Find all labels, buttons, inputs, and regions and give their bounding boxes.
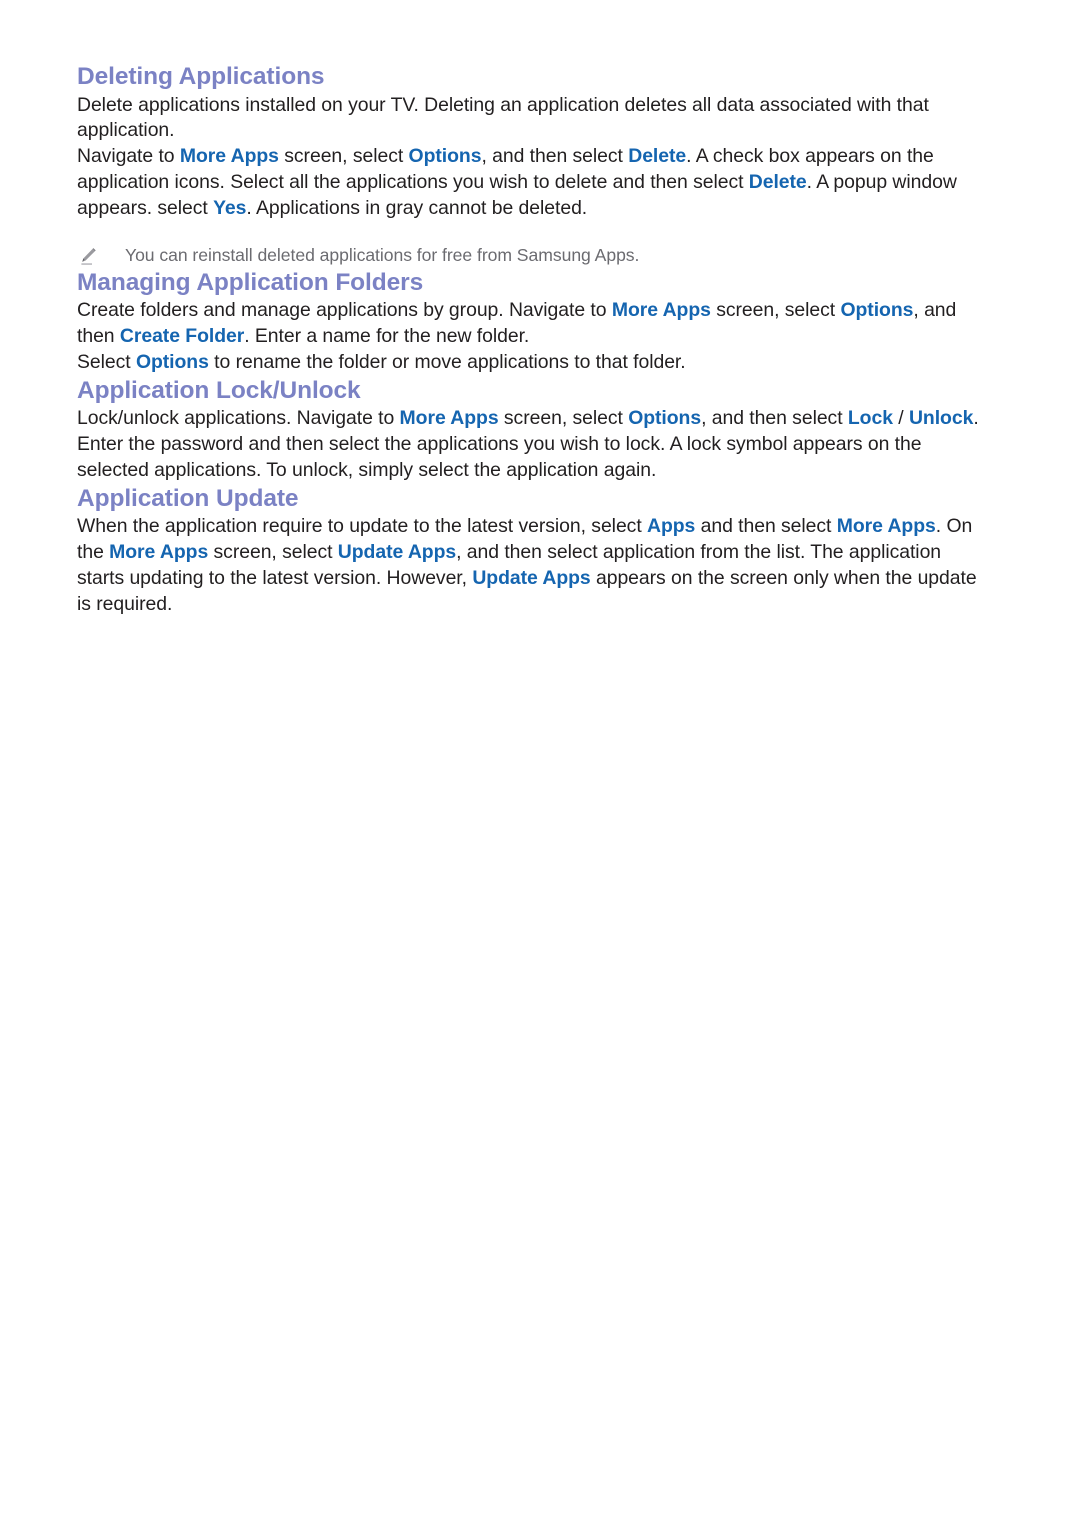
highlighted-term: More Apps xyxy=(109,541,209,564)
highlighted-term: Unlock xyxy=(908,407,974,430)
highlighted-term: Lock xyxy=(847,407,893,430)
section-heading-application-update: Application Update xyxy=(77,484,299,512)
highlighted-term: Options xyxy=(628,407,702,430)
highlighted-term: More Apps xyxy=(179,145,279,168)
note-deleting-applications: You can reinstall deleted applications f… xyxy=(77,244,990,268)
highlighted-term: Delete xyxy=(748,171,807,194)
section-heading-application-lock-unlock: Application Lock/Unlock xyxy=(77,376,361,404)
highlighted-term: More Apps xyxy=(611,299,711,322)
highlighted-term: More Apps xyxy=(836,515,936,538)
highlighted-term: Apps xyxy=(647,515,696,538)
document-page: Deleting Applications Delete application… xyxy=(0,0,1080,1527)
paragraph-delete-steps: Navigate to More Apps screen, select Opt… xyxy=(77,145,957,219)
paragraph-folders-create: Create folders and manage applications b… xyxy=(77,299,957,348)
paragraph-lock-unlock: Lock/unlock applications. Navigate to Mo… xyxy=(77,407,979,481)
highlighted-term: Options xyxy=(408,145,482,168)
note-text: You can reinstall deleted applications f… xyxy=(125,244,640,265)
section-heading-managing-application-folders: Managing Application Folders xyxy=(77,268,424,296)
highlighted-term: Delete xyxy=(628,145,687,168)
paragraph-delete-intro: Delete applications installed on your TV… xyxy=(77,93,929,142)
highlighted-term: Yes xyxy=(213,196,247,219)
paragraph-application-update: When the application require to update t… xyxy=(77,515,977,615)
highlighted-term: Update Apps xyxy=(337,541,457,564)
section-heading-deleting-applications: Deleting Applications xyxy=(77,63,325,90)
highlighted-term: Options xyxy=(840,299,914,322)
highlighted-term: More Apps xyxy=(399,407,499,430)
highlighted-term: Options xyxy=(135,350,209,373)
pencil-icon xyxy=(77,246,99,268)
paragraph-folders-rename: Select Options to rename the folder or m… xyxy=(77,350,686,373)
highlighted-term: Create Folder xyxy=(119,325,245,348)
highlighted-term: Update Apps xyxy=(472,566,591,589)
